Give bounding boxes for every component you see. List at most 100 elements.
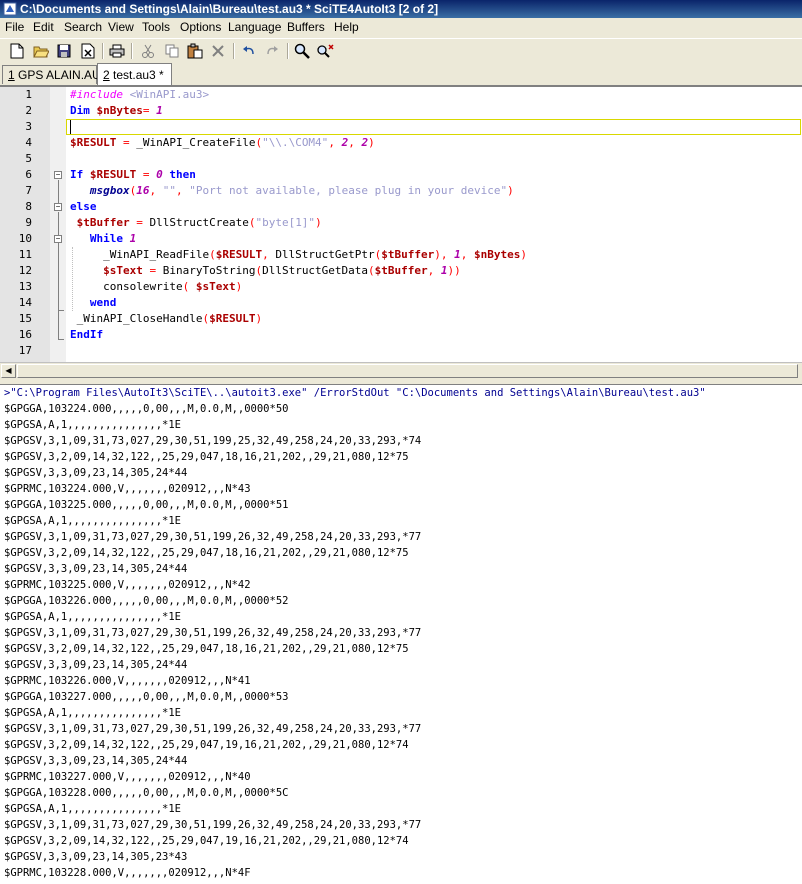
code-token: $nBytes — [474, 248, 521, 261]
output-line: $GPGSV,3,1,09,31,73,027,29,30,51,199,25,… — [4, 435, 422, 447]
code-token: "byte[1]" — [255, 216, 316, 229]
code-text: #include <WinAPI.au3> — [70, 87, 209, 103]
output-line: $GPGSV,3,3,09,23,14,305,24*44 — [4, 563, 188, 575]
menu-tools[interactable]: Tools — [142, 20, 170, 35]
fold-toggle-icon[interactable]: − — [54, 235, 62, 243]
output-line: $GPGSA,A,1,,,,,,,,,,,,,,,*1E — [4, 803, 182, 815]
fold-toggle-icon[interactable]: − — [54, 203, 62, 211]
line-number: 2 — [25, 104, 32, 117]
new-icon[interactable] — [8, 42, 26, 60]
code-token: DllStructCreate — [149, 216, 249, 229]
code-line: 17 — [0, 343, 802, 359]
code-line: 2 Dim $nBytes= 1 — [0, 103, 802, 119]
menu-edit[interactable]: Edit — [33, 20, 54, 35]
output-line: $GPGSV,3,3,09,23,14,305,23*43 — [4, 851, 188, 863]
find-icon[interactable] — [293, 42, 311, 60]
line-number: 6 — [25, 168, 32, 181]
tab-test-au3[interactable]: 2 test.au3 * — [97, 63, 172, 85]
menu-view[interactable]: View — [108, 20, 134, 35]
code-token: ), — [434, 248, 455, 261]
code-token: $sText — [195, 280, 236, 293]
code-line: 8 else — [0, 199, 802, 215]
code-token: 1 — [156, 104, 163, 117]
line-number: 11 — [18, 248, 32, 261]
menu-options[interactable]: Options — [180, 20, 221, 35]
copy-icon[interactable] — [163, 42, 181, 60]
line-number: 1 — [25, 88, 32, 101]
code-token: $sText — [103, 264, 150, 277]
code-text: msgbox(16, "", "Port not available, plea… — [70, 183, 514, 199]
code-token: _WinAPI_ReadFile — [70, 248, 210, 261]
output-line: $GPGGA,103227.000,,,,,0,00,,,M,0.0,M,,00… — [4, 691, 289, 703]
code-token: ) — [255, 312, 263, 325]
paste-icon[interactable] — [186, 42, 204, 60]
code-text: $RESULT = _WinAPI_CreateFile("\\.\COM4",… — [70, 135, 375, 151]
code-token: Dim — [70, 104, 97, 117]
code-token: , — [176, 184, 190, 197]
code-editor[interactable]: 1 #include <WinAPI.au3> 2 Dim $nBytes= 1 3 4 $… — [0, 86, 802, 363]
output-line: $GPGGA,103224.000,,,,,0,00,,,M,0.0,M,,00… — [4, 403, 289, 415]
app-icon — [3, 2, 17, 16]
output-line: $GPGSV,3,3,09,23,14,305,24*44 — [4, 659, 188, 671]
output-command-line: >"C:\Program Files\AutoIt3\SciTE\..\auto… — [4, 387, 706, 399]
menu-buffers[interactable]: Buffers — [287, 20, 325, 35]
menu-file[interactable]: File — [5, 20, 24, 35]
code-token: ) — [507, 184, 514, 197]
code-token: 1 — [129, 232, 137, 245]
code-token: ) — [520, 248, 527, 261]
code-token: 0 — [156, 168, 170, 181]
output-line: $GPRMC,103226.000,V,,,,,,,020912,,,N*41 — [4, 675, 251, 687]
code-token: 1 — [454, 248, 461, 261]
undo-icon[interactable] — [240, 42, 258, 60]
menu-search[interactable]: Search — [64, 20, 102, 35]
output-line: $GPGGA,103226.000,,,,,0,00,,,M,0.0,M,,00… — [4, 595, 289, 607]
horizontal-scrollbar[interactable]: ◀ — [0, 362, 802, 379]
menu-language[interactable]: Language — [228, 20, 281, 35]
code-token: "" — [162, 184, 176, 197]
code-token: , — [149, 184, 163, 197]
delete-icon[interactable] — [209, 42, 227, 60]
code-token: else — [70, 200, 97, 213]
tab-label: GPS ALAIN.AU3 — [14, 68, 108, 82]
line-number: 16 — [18, 328, 32, 341]
fold-toggle-icon[interactable]: − — [54, 171, 62, 179]
output-line: $GPRMC,103224.000,V,,,,,,,020912,,,N*43 — [4, 483, 251, 495]
open-icon[interactable] — [32, 42, 50, 60]
output-line: $GPGSA,A,1,,,,,,,,,,,,,,,*1E — [4, 515, 182, 527]
close-file-icon[interactable] — [79, 42, 97, 60]
tab-bar: 1 GPS ALAIN.AU3 2 test.au3 * — [0, 63, 802, 86]
line-number: 5 — [25, 152, 32, 165]
replace-icon[interactable] — [317, 42, 335, 60]
code-token: ( — [209, 248, 216, 261]
menu-help[interactable]: Help — [334, 20, 359, 35]
title-bar[interactable]: C:\Documents and Settings\Alain\Bureau\t… — [0, 0, 802, 18]
scrollbar-thumb[interactable] — [17, 364, 798, 378]
code-line: 12 $sText = BinaryToString (DllStructGetD… — [0, 263, 802, 279]
line-number: 17 — [18, 344, 32, 357]
output-line: $GPGSV,3,2,09,14,32,122,,25,29,047,19,16… — [4, 739, 409, 751]
tab-gps-alain[interactable]: 1 GPS ALAIN.AU3 — [2, 65, 107, 84]
output-line: $GPGSA,A,1,,,,,,,,,,,,,,,*1E — [4, 419, 182, 431]
code-token: ( — [368, 264, 375, 277]
redo-icon[interactable] — [263, 42, 281, 60]
output-line: $GPGSV,3,1,09,31,73,027,29,30,51,199,26,… — [4, 819, 422, 831]
cut-icon[interactable] — [139, 42, 157, 60]
code-token: $nBytes — [96, 104, 143, 117]
line-number: 7 — [25, 184, 32, 197]
code-line: 3 — [0, 119, 802, 135]
code-text: _WinAPI_ReadFile($RESULT, DllStructGetPt… — [70, 247, 527, 263]
code-token: DllStructGetPtr — [275, 248, 375, 261]
save-icon[interactable] — [55, 42, 73, 60]
code-token: $tBuffer — [76, 216, 137, 229]
code-line: 14 wend — [0, 295, 802, 311]
code-text: consolewrite( $sText) — [70, 279, 242, 295]
line-number: 8 — [25, 200, 32, 213]
output-pane[interactable]: >"C:\Program Files\AutoIt3\SciTE\..\auto… — [0, 385, 802, 884]
code-text: wend — [70, 295, 117, 311]
code-line: 5 — [0, 151, 802, 167]
scroll-left-icon[interactable]: ◀ — [1, 364, 16, 378]
code-line: 4 $RESULT = _WinAPI_CreateFile("\\.\COM4"… — [0, 135, 802, 151]
print-icon[interactable] — [108, 42, 126, 60]
